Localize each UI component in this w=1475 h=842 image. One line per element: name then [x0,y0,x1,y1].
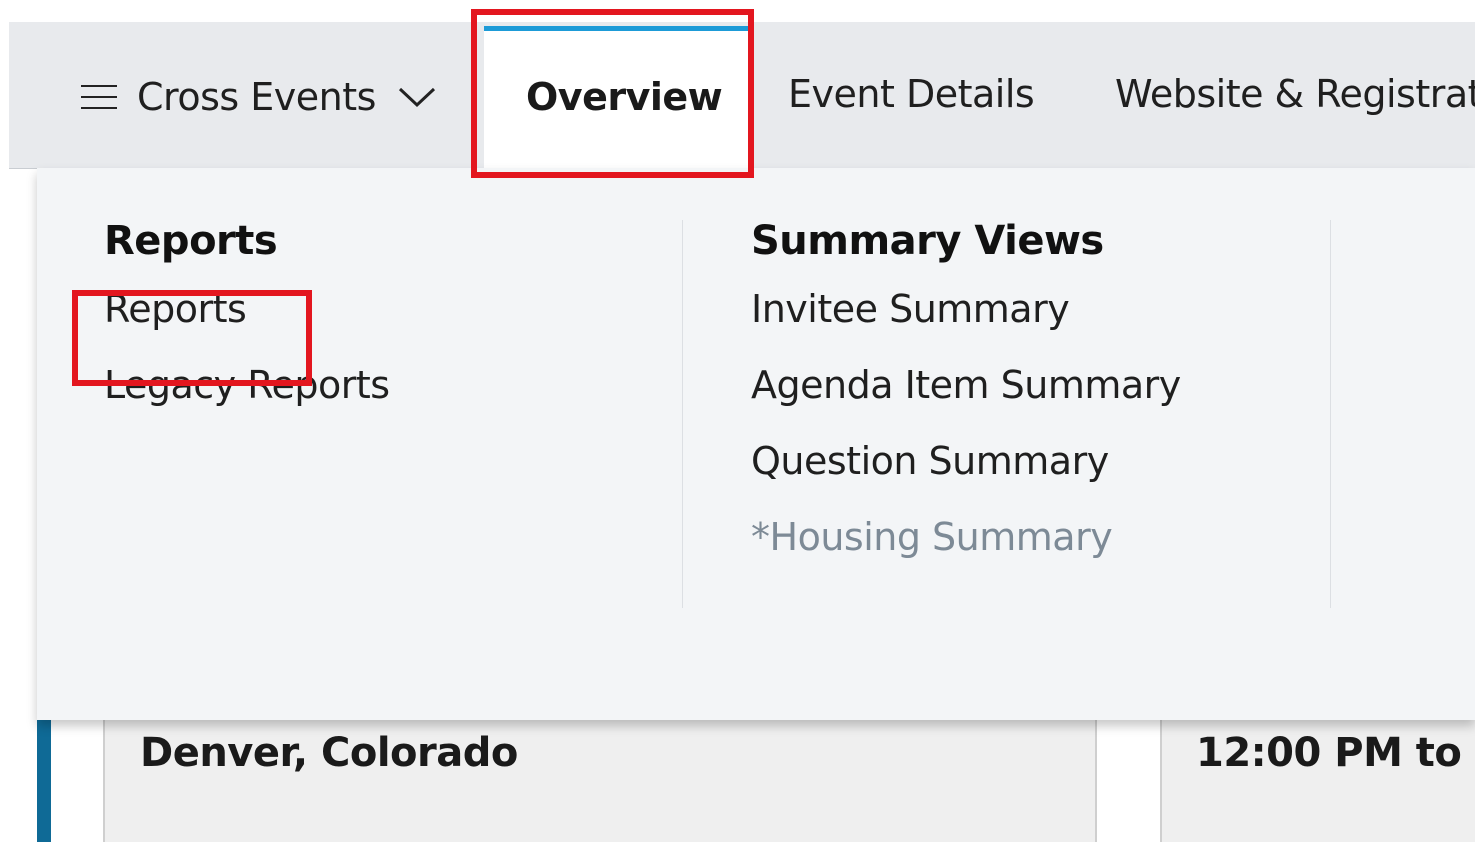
page: Denver, Colorado 12:00 PM to 2 Cross Eve… [0,0,1475,842]
menu-item-question-summary[interactable]: Question Summary [751,438,1181,514]
column-divider [1330,220,1331,608]
column-divider [682,220,683,608]
menu-item-housing-summary: *Housing Summary [751,515,1113,559]
event-accent-bar [37,700,51,842]
cross-events-label: Cross Events [137,75,376,119]
event-time: 12:00 PM to 2 [1196,730,1475,776]
tab-event-details[interactable]: Event Details [788,72,1035,116]
menu-item-agenda-item-summary[interactable]: Agenda Item Summary [751,362,1181,438]
summary-views-heading: Summary Views [751,218,1104,264]
menu-item-legacy-reports[interactable]: Legacy Reports [104,362,390,438]
top-nav-bar: Cross Events Overview Event Details Webs… [9,22,1475,169]
tab-overview[interactable]: Overview [484,26,749,169]
summary-views-column: Summary Views Invitee Summary Agenda Ite… [751,218,1181,590]
menu-item-invitee-summary[interactable]: Invitee Summary [751,286,1181,362]
overview-dropdown-menu: Reports Reports Legacy Reports Summary V… [37,168,1475,720]
reports-heading: Reports [104,218,278,264]
reports-column: Reports Reports Legacy Reports [104,218,390,438]
tab-website-registration[interactable]: Website & Registrat [1115,72,1475,116]
cross-events-menu-button[interactable]: Cross Events [81,72,436,122]
event-location: Denver, Colorado [140,730,518,776]
hamburger-icon [81,85,117,109]
tab-overview-label: Overview [526,75,723,119]
menu-item-reports[interactable]: Reports [104,286,390,362]
chevron-down-icon [398,87,435,108]
